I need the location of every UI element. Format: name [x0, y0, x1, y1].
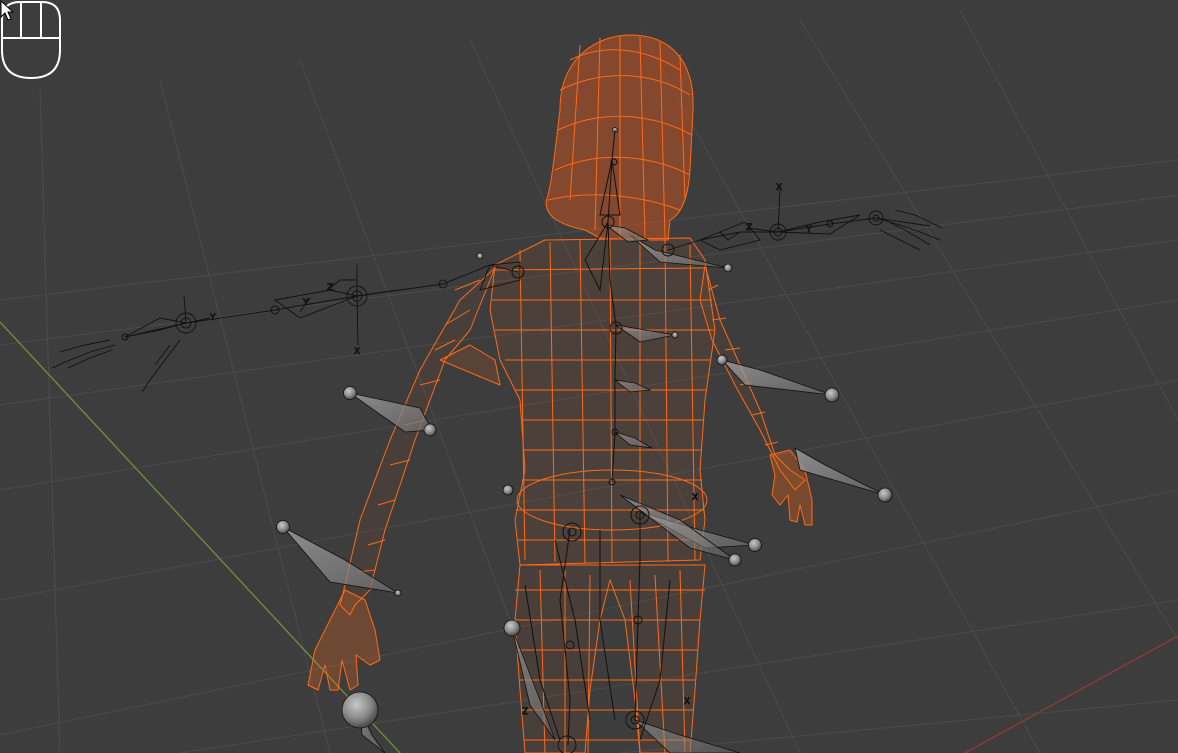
joint-ball[interactable] — [341, 691, 379, 729]
viewport-canvas[interactable]: Z Y X Z Y X Y X Z X — [0, 0, 1178, 753]
arrow-cursor-icon — [0, 0, 15, 21]
joint-ball[interactable] — [276, 520, 290, 534]
joint-ball[interactable] — [877, 487, 893, 503]
joint-ball[interactable] — [476, 252, 484, 260]
joint-ball[interactable] — [394, 589, 402, 597]
left-hand-wireframe[interactable] — [307, 589, 381, 691]
gizmo-label-z: Z — [327, 283, 333, 293]
x-axis-line — [964, 635, 1178, 753]
joint-ball[interactable] — [716, 354, 728, 366]
gizmo-label-y: Y — [805, 225, 812, 235]
gizmo-label-x: X — [684, 697, 690, 707]
joint-ball[interactable] — [728, 553, 742, 567]
gizmo-label-x: X — [692, 493, 698, 503]
joint-ball[interactable] — [423, 423, 437, 437]
joint-ball[interactable] — [748, 538, 762, 552]
gizmo-label-y: Y — [209, 313, 216, 323]
joint-ball[interactable] — [343, 386, 357, 400]
joint-ball[interactable] — [503, 619, 521, 637]
joint-ball[interactable] — [502, 484, 514, 496]
gizmo-label-x: X — [776, 183, 782, 193]
joint-ball[interactable] — [723, 263, 733, 273]
left-arm-wireframe[interactable] — [339, 267, 496, 616]
y-axis-line — [0, 321, 401, 753]
legs-wireframe[interactable] — [514, 564, 706, 753]
torso-wireframe[interactable] — [489, 237, 716, 566]
character-mesh[interactable] — [307, 34, 813, 753]
gizmo-label-y: Y — [302, 298, 309, 308]
armature[interactable]: Z Y X Z Y X Y X Z X — [51, 127, 943, 753]
joint-ball[interactable] — [824, 387, 840, 403]
gizmo-label-z: Z — [746, 223, 752, 233]
gizmo-label-x: X — [354, 347, 360, 357]
gizmo-label-z: Z — [522, 707, 528, 717]
3d-viewport[interactable]: Z Y X Z Y X Y X Z X — [0, 0, 1178, 753]
joint-ball[interactable] — [671, 331, 679, 339]
